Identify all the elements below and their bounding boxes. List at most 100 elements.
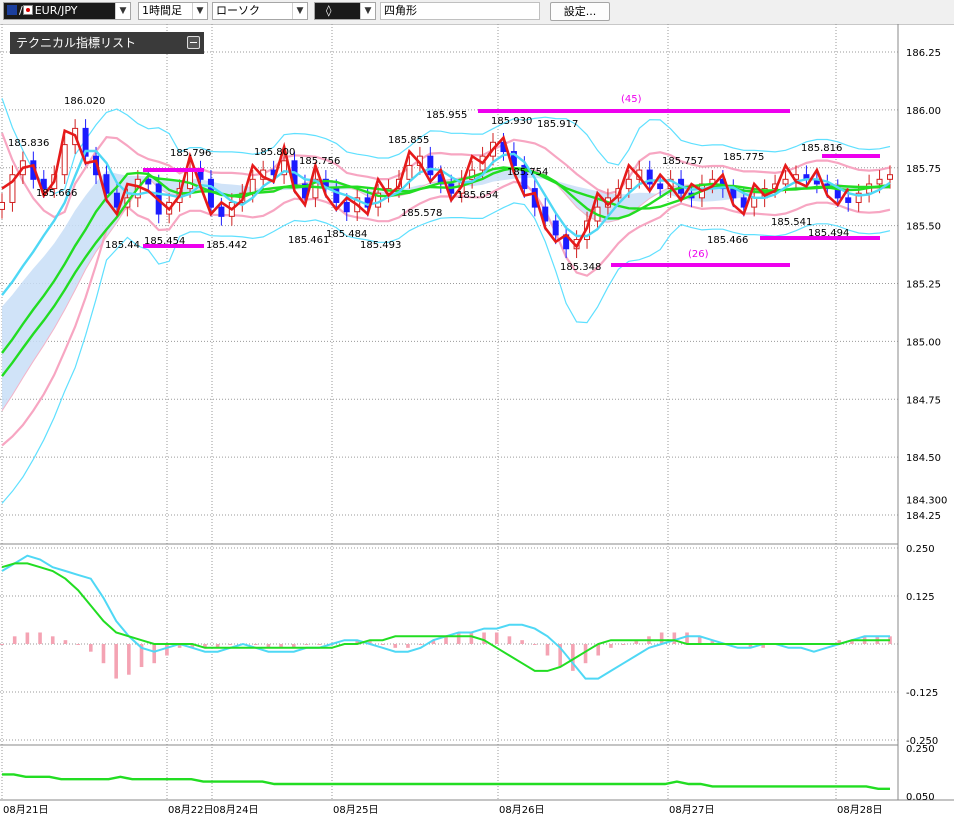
y-tick-label: 185.00	[906, 337, 941, 348]
histogram-bar	[418, 644, 423, 645]
price-label: 185.578	[401, 208, 442, 219]
y-tick-label: 0.050	[906, 792, 935, 803]
histogram-bar	[63, 640, 68, 644]
price-label: 185.775	[723, 152, 764, 163]
candle-body	[249, 178, 256, 194]
y-tick-label: 185.50	[906, 222, 941, 233]
histogram-bar	[621, 644, 626, 645]
histogram-bar	[101, 644, 106, 664]
histogram-bar	[89, 644, 93, 652]
y-tick-label: 184.50	[906, 453, 941, 464]
settings-button[interactable]: 設定...	[550, 2, 610, 21]
y-tick-label: 185.75	[906, 164, 941, 175]
histogram-bar	[304, 644, 309, 645]
histogram-bar	[672, 632, 677, 644]
candle-body	[751, 197, 758, 208]
histogram-bar	[76, 644, 80, 645]
indicator-list-title: テクニカル指標リスト	[16, 36, 137, 50]
histogram-bar	[609, 644, 613, 648]
histogram-bar	[469, 632, 474, 644]
x-tick-label: 08月28日	[837, 804, 882, 816]
y-tick-label: 184.25	[906, 511, 941, 522]
candle-body	[845, 197, 852, 203]
oscillator-panel	[0, 554, 892, 680]
price-label: 185.955	[426, 110, 467, 121]
indicator-list-panel[interactable]: テクニカル指標リスト	[10, 32, 204, 54]
histogram-bar	[685, 632, 689, 644]
price-label: 185.917	[537, 119, 578, 130]
y-tick-label: 185.25	[906, 280, 941, 291]
candle-body	[552, 220, 559, 236]
histogram-bar	[659, 632, 664, 644]
histogram-bar	[494, 632, 499, 644]
y-tick-label: 0.250	[906, 744, 935, 755]
candle-body	[343, 201, 350, 213]
histogram-bar	[571, 644, 575, 671]
candle-body	[657, 183, 664, 190]
histogram-bar	[0, 644, 4, 645]
lower-panel	[2, 773, 890, 790]
draw-tool-select[interactable]: ◊ ▼	[314, 2, 376, 20]
candle-body	[876, 178, 883, 185]
histogram-bar	[406, 644, 410, 648]
x-tick-label: 08月27日	[669, 804, 714, 816]
histogram-bar	[228, 644, 233, 645]
price-label: 185.855	[388, 135, 429, 146]
y-tick-label: 186.25	[906, 48, 941, 59]
candle-body	[218, 206, 225, 217]
minimize-icon[interactable]	[187, 36, 200, 49]
chevron-down-icon[interactable]: ▼	[192, 3, 207, 19]
candle-body	[406, 164, 413, 180]
y-tick-label: 0.250	[906, 544, 935, 555]
chevron-down-icon[interactable]: ▼	[292, 3, 307, 19]
histogram-bar	[25, 632, 30, 644]
x-tick-label: 08月26日	[499, 804, 544, 816]
price-label: 185.666	[36, 188, 77, 199]
macd-line	[1, 554, 890, 680]
x-tick-label: 08月24日	[213, 804, 258, 816]
candle-body	[427, 155, 434, 176]
histogram-bar	[456, 632, 461, 644]
y-tick-label: -0.125	[906, 688, 938, 699]
price-label: 185.44	[105, 240, 140, 251]
price-label: 185.461	[288, 235, 329, 246]
histogram-bar	[507, 636, 512, 644]
price-label: 186.020	[64, 96, 105, 107]
lower-indicator-line	[2, 773, 890, 790]
y-tick-label: 184.75	[906, 395, 941, 406]
shape-field[interactable]: 四角形	[380, 2, 540, 20]
histogram-bar	[165, 644, 169, 656]
signal-line	[1, 562, 890, 672]
price-label: 185.796	[170, 148, 211, 159]
histogram-bar	[38, 632, 42, 644]
price-label: 185.348	[560, 262, 601, 273]
timeframe-select[interactable]: 1時間足 ▼	[138, 2, 208, 20]
toolbar: / EUR/JPY ▼ 1時間足 ▼ ローソク ▼ ◊ ▼ 四角形 設定...	[0, 0, 954, 25]
chevron-down-icon[interactable]: ▼	[115, 3, 130, 19]
shape-label: 四角形	[384, 4, 417, 17]
histogram-bar	[127, 644, 131, 675]
candle-body	[0, 201, 5, 210]
price-label: 185.466	[707, 235, 748, 246]
price-label: 185.836	[8, 138, 49, 149]
histogram-bar	[152, 644, 157, 664]
histogram-bar	[393, 644, 398, 648]
x-tick-label: 08月21日	[3, 804, 48, 816]
symbol-label: EUR/JPY	[34, 4, 78, 17]
jp-flag-icon	[22, 5, 33, 15]
histogram-bar	[12, 636, 17, 644]
price-label: 185.654	[457, 190, 498, 201]
timeframe-label: 1時間足	[142, 4, 182, 17]
price-label: 185.494	[808, 228, 849, 239]
chart-type-select[interactable]: ローソク ▼	[212, 2, 308, 20]
histogram-bar	[50, 636, 55, 644]
histogram-bar	[380, 644, 385, 645]
eu-flag-icon	[7, 5, 17, 15]
price-label: 185.757	[662, 156, 703, 167]
symbol-select[interactable]: / EUR/JPY ▼	[3, 2, 131, 20]
chevron-down-icon[interactable]: ▼	[360, 3, 375, 19]
annotation-label: (26)	[688, 249, 709, 260]
y-tick-label: 186.00	[906, 106, 941, 117]
price-chart[interactable]: 186.020 185.836 185.666 185.44 185.454 185.79…	[0, 24, 954, 819]
price-label: 185.541	[771, 217, 812, 228]
